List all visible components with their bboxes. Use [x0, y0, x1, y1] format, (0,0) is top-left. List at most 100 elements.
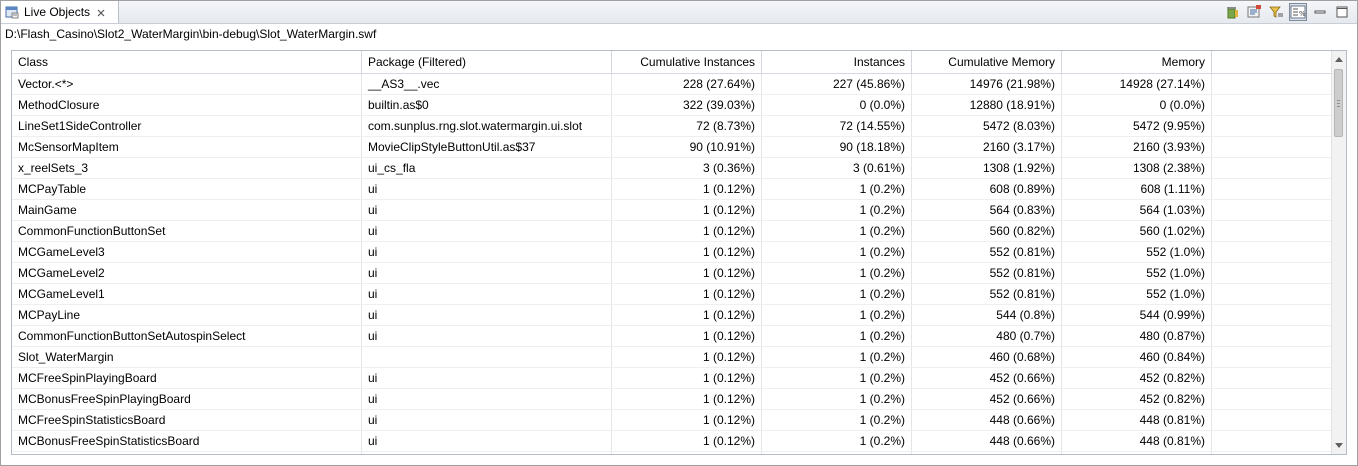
- close-icon[interactable]: [96, 7, 106, 17]
- cell-class: LineSet1SideController: [12, 116, 362, 136]
- cell-cumulative-memory: 1308 (1.92%): [912, 158, 1062, 178]
- cell-package: ui: [362, 389, 612, 409]
- cell-cumulative-instances: 1 (0.12%): [612, 221, 762, 241]
- cell-instances: 3 (0.61%): [762, 158, 912, 178]
- svg-text:%: %: [1299, 10, 1306, 18]
- cell-cumulative-memory: 448 (0.66%): [912, 452, 1062, 454]
- cell-filler: [1212, 326, 1332, 346]
- cell-package: __AS3__.vec: [362, 74, 612, 94]
- table-row[interactable]: CommonFunctionButtonSetAutospinControlui…: [12, 452, 1332, 454]
- cell-filler: [1212, 410, 1332, 430]
- column-header-cumulative-memory[interactable]: Cumulative Memory: [912, 51, 1062, 73]
- cell-class: x_reelSets_3: [12, 158, 362, 178]
- cell-cumulative-memory: 560 (0.82%): [912, 221, 1062, 241]
- table-row[interactable]: MCGameLevel2 ui 1 (0.12%) 1 (0.2%) 552 (0.81…: [12, 263, 1332, 284]
- table-row[interactable]: Slot_WaterMargin 1 (0.12%) 1 (0.2%) 460 (0.…: [12, 347, 1332, 368]
- cell-cumulative-memory: 452 (0.66%): [912, 389, 1062, 409]
- table-row[interactable]: MCPayTable ui 1 (0.12%) 1 (0.2%) 608 (0.89%)…: [12, 179, 1332, 200]
- table-row[interactable]: MCBonusFreeSpinStatisticsBoard ui 1 (0.12%…: [12, 431, 1332, 452]
- scrollbar-thumb[interactable]: [1334, 69, 1343, 137]
- table-row[interactable]: MethodClosure builtin.as$0 322 (39.03%) 0 (…: [12, 95, 1332, 116]
- cell-cumulative-memory: 564 (0.83%): [912, 200, 1062, 220]
- cell-filler: [1212, 242, 1332, 262]
- cell-memory: 2160 (3.93%): [1062, 137, 1212, 157]
- cell-package: ui: [362, 200, 612, 220]
- vertical-scrollbar[interactable]: [1331, 51, 1346, 454]
- maximize-icon[interactable]: [1333, 3, 1351, 21]
- cell-package: ui: [362, 326, 612, 346]
- scroll-down-icon[interactable]: [1332, 439, 1346, 453]
- column-header-cumulative-instances[interactable]: Cumulative Instances: [612, 51, 762, 73]
- cell-cumulative-instances: 72 (8.73%): [612, 116, 762, 136]
- table-row[interactable]: MCGameLevel1 ui 1 (0.12%) 1 (0.2%) 552 (0.81…: [12, 284, 1332, 305]
- cell-memory: 480 (0.87%): [1062, 326, 1212, 346]
- take-memory-snapshot-icon[interactable]: [1245, 3, 1263, 21]
- column-header-package[interactable]: Package (Filtered): [362, 51, 612, 73]
- swf-path: D:\Flash_Casino\Slot2_WaterMargin\bin-de…: [5, 27, 377, 41]
- cell-memory: 560 (1.02%): [1062, 221, 1212, 241]
- tab-label: Live Objects: [24, 5, 91, 19]
- tab-live-objects[interactable]: Live Objects: [1, 1, 119, 23]
- filters-icon[interactable]: [1267, 3, 1285, 21]
- cell-cumulative-memory: 552 (0.81%): [912, 263, 1062, 283]
- run-garbage-collector-icon[interactable]: [1223, 3, 1241, 21]
- cell-instances: 0 (0.0%): [762, 95, 912, 115]
- column-header-class[interactable]: Class: [12, 51, 362, 73]
- table-row[interactable]: MCFreeSpinPlayingBoard ui 1 (0.12%) 1 (0.2%…: [12, 368, 1332, 389]
- table-grid: Class Package (Filtered) Cumulative Inst…: [12, 51, 1332, 454]
- cell-memory: 608 (1.11%): [1062, 179, 1212, 199]
- cell-class: CommonFunctionButtonSetAutospinSelect: [12, 326, 362, 346]
- cell-filler: [1212, 452, 1332, 454]
- cell-filler: [1212, 200, 1332, 220]
- cell-memory: 448 (0.81%): [1062, 431, 1212, 451]
- table-row[interactable]: McSensorMapItem MovieClipStyleButtonUtil.…: [12, 137, 1332, 158]
- cell-memory: 552 (1.0%): [1062, 263, 1212, 283]
- table-row[interactable]: Vector.<*> __AS3__.vec 228 (27.64%) 227 (45…: [12, 74, 1332, 95]
- table-header: Class Package (Filtered) Cumulative Inst…: [12, 51, 1332, 74]
- cell-cumulative-memory: 448 (0.66%): [912, 431, 1062, 451]
- table-row[interactable]: CommonFunctionButtonSet ui 1 (0.12%) 1 (0.2…: [12, 221, 1332, 242]
- table-row[interactable]: MCGameLevel3 ui 1 (0.12%) 1 (0.2%) 552 (0.81…: [12, 242, 1332, 263]
- table-row[interactable]: MCPayLine ui 1 (0.12%) 1 (0.2%) 544 (0.8%) 54…: [12, 305, 1332, 326]
- cell-class: MCBonusFreeSpinStatisticsBoard: [12, 431, 362, 451]
- cell-package: MovieClipStyleButtonUtil.as$37: [362, 137, 612, 157]
- cell-cumulative-instances: 1 (0.12%): [612, 368, 762, 388]
- column-header-memory[interactable]: Memory: [1062, 51, 1212, 73]
- cell-class: MCGameLevel3: [12, 242, 362, 262]
- cell-class: MainGame: [12, 200, 362, 220]
- cell-instances: 1 (0.2%): [762, 221, 912, 241]
- cell-cumulative-memory: 2160 (3.17%): [912, 137, 1062, 157]
- cell-instances: 90 (18.18%): [762, 137, 912, 157]
- cell-package: ui: [362, 263, 612, 283]
- column-header-instances[interactable]: Instances: [762, 51, 912, 73]
- cell-class: CommonFunctionButtonSet: [12, 221, 362, 241]
- table-body: Vector.<*> __AS3__.vec 228 (27.64%) 227 (45…: [12, 74, 1332, 454]
- cell-cumulative-instances: 228 (27.64%): [612, 74, 762, 94]
- live-objects-table[interactable]: Class Package (Filtered) Cumulative Inst…: [11, 50, 1347, 455]
- scroll-up-icon[interactable]: [1332, 52, 1346, 66]
- table-row[interactable]: MCFreeSpinStatisticsBoard ui 1 (0.12%) 1 (0…: [12, 410, 1332, 431]
- cell-package: ui_cs_fla: [362, 158, 612, 178]
- table-row[interactable]: CommonFunctionButtonSetAutospinSelect ui 1…: [12, 326, 1332, 347]
- show-percentages-icon[interactable]: %: [1289, 3, 1307, 21]
- cell-cumulative-instances: 1 (0.12%): [612, 263, 762, 283]
- cell-instances: 1 (0.2%): [762, 389, 912, 409]
- cell-package: ui: [362, 431, 612, 451]
- cell-filler: [1212, 221, 1332, 241]
- cell-cumulative-memory: 544 (0.8%): [912, 305, 1062, 325]
- minimize-icon[interactable]: [1311, 3, 1329, 21]
- cell-package: ui: [362, 452, 612, 454]
- table-row[interactable]: MainGame ui 1 (0.12%) 1 (0.2%) 564 (0.83%) 56…: [12, 200, 1332, 221]
- cell-cumulative-instances: 1 (0.12%): [612, 452, 762, 454]
- table-row[interactable]: LineSet1SideController com.sunplus.rng.sl…: [12, 116, 1332, 137]
- cell-memory: 544 (0.99%): [1062, 305, 1212, 325]
- table-row[interactable]: x_reelSets_3 ui_cs_fla 3 (0.36%) 3 (0.61%) 1…: [12, 158, 1332, 179]
- cell-memory: 1308 (2.38%): [1062, 158, 1212, 178]
- cell-instances: 227 (45.86%): [762, 74, 912, 94]
- cell-filler: [1212, 116, 1332, 136]
- table-row[interactable]: MCBonusFreeSpinPlayingBoard ui 1 (0.12%) 1 …: [12, 389, 1332, 410]
- cell-memory: 552 (1.0%): [1062, 284, 1212, 304]
- cell-class: Slot_WaterMargin: [12, 347, 362, 367]
- column-header-filler: [1212, 51, 1332, 73]
- cell-instances: 1 (0.2%): [762, 200, 912, 220]
